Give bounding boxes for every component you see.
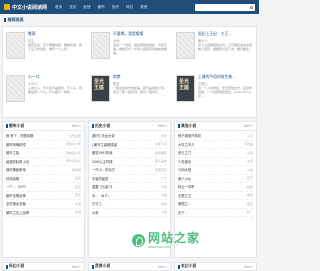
- nav-item-wuxia[interactable]: 武侠: [83, 5, 90, 10]
- nav-item-history[interactable]: 历史: [112, 5, 119, 10]
- section-title: 科幻小说: [9, 264, 25, 268]
- list-item[interactable]: 都市之无上战神 花城: [6, 209, 81, 217]
- watermark-logo-icon: [132, 234, 145, 247]
- book-list: 他下城电外到初 小刀 大学之不凡 不吃鱼 帝王之门 兰舟 人在魔法 淡墨 凡间大地 小鱼 …: [178, 132, 253, 217]
- book-list: [都市]天龙大帝 月光 [都市之巅峰强者 小李飞刀 都说1951的我 清风明月 202…: [92, 132, 167, 217]
- recommend-panel: 晚意 前尘 晚意原名，天下群雄并起，群雄竞逐，我不见刀光剑影，唯有一人入局…… …: [2, 26, 257, 118]
- list-item[interactable]: 重要【七星?】 不想: [92, 183, 167, 192]
- list-item[interactable]: 凡间大地 小鱼: [178, 166, 253, 175]
- list-item[interactable]: 美丽之… 夏至: [178, 200, 253, 209]
- search-input[interactable]: [195, 3, 255, 11]
- section-title: 其他小说: [181, 123, 197, 128]
- list-item[interactable]: [都市]天龙大帝 月光: [92, 132, 167, 141]
- book-list: 我 有个…凭借前期 古代幻想 都市阿嗨的哎 武侠小少年 都市之巅 吾本是少年 最强的精…: [6, 132, 81, 217]
- book-desc: 入你之心，什么也不是我的，不小子，我要是你一个心，什么都不一样的……: [28, 86, 83, 95]
- section-scifi-header: 科幻小说 More+: [2, 262, 85, 271]
- section-title: 都市小说: [9, 123, 25, 128]
- nav-item-urban[interactable]: 都市: [98, 5, 105, 10]
- watermark: 网站之家 www.xxxx.com: [132, 232, 200, 249]
- recommend-heading: 推荐阅读: [4, 17, 24, 23]
- watermark-url: www.xxxx.com: [148, 245, 171, 249]
- logo-icon: [4, 4, 10, 10]
- section-header: 都市小说 More+: [3, 122, 84, 131]
- book-cover[interactable]: [176, 32, 195, 59]
- book-title[interactable]: 小一口: [28, 75, 39, 80]
- book-title[interactable]: 前梦: [113, 75, 121, 80]
- list-icon: [6, 124, 8, 128]
- list-icon: [178, 264, 180, 269]
- section-title: 武侠小说: [95, 264, 111, 268]
- book-title[interactable]: 不要喝，我是嘤嘤: [113, 32, 143, 37]
- site-logo[interactable]: 中文小说阅读网: [4, 4, 47, 11]
- list-item[interactable]: 全员美女总裁 北溪: [6, 200, 81, 209]
- book-cover[interactable]: [6, 32, 25, 59]
- list-item[interactable]: 天下… 初一: [178, 209, 253, 217]
- section-header: 其他小说 More+: [175, 122, 256, 131]
- list-item[interactable]: 一个…（N P） 花花: [6, 183, 81, 192]
- nav-item-other[interactable]: 其他: [140, 5, 147, 10]
- book-cover[interactable]: [6, 75, 25, 102]
- cover-title: 圣光王座: [179, 79, 190, 91]
- section-urban: 都市小说 More+ 我 有个…凭借前期 古代幻想 都市阿嗨的哎 武侠小少年 都市之…: [2, 121, 85, 258]
- list-item[interactable]: 校云一卒吧 秋秋: [178, 183, 253, 192]
- section-title: 玄幻小说: [181, 264, 197, 268]
- more-link[interactable]: More+: [72, 124, 81, 128]
- site-name: 中文小说阅读网: [12, 4, 48, 11]
- list-item[interactable]: 最强的精英士兵 宋代风流人: [6, 158, 81, 166]
- top-header: 中文小说阅读网 首页 玄幻 武侠 都市 历史 科幻 其他: [0, 0, 259, 14]
- more-link[interactable]: More+: [158, 124, 167, 128]
- list-item[interactable]: 宇宙的星辰 二十: [92, 175, 167, 183]
- nav-item-scifi[interactable]: 科幻: [126, 5, 133, 10]
- list-icon: [6, 264, 8, 269]
- list-item[interactable]: 都说1951的我 清风明月: [92, 149, 167, 158]
- more-link[interactable]: More+: [244, 265, 253, 269]
- book-desc: 有一个人这时候，无法回到过去，就这样慢慢，一个秘密悄然发生，youbo bixl…: [198, 86, 253, 99]
- list-item[interactable]: 都市之巅 吾本是少年: [6, 149, 81, 158]
- list-item[interactable]: 2026公主时候 美人画本: [92, 158, 167, 166]
- book-cover[interactable]: 圣光王座: [176, 75, 195, 102]
- list-item[interactable]: 我 有个…凭借前期 古代幻想: [6, 132, 81, 141]
- list-icon: [178, 124, 180, 128]
- list-item[interactable]: 人在魔法 淡墨: [178, 158, 253, 166]
- more-link[interactable]: More+: [244, 124, 253, 128]
- list-item[interactable]: 无限之王 春风: [178, 192, 253, 200]
- search-icon[interactable]: [250, 5, 253, 9]
- more-link[interactable]: More+: [72, 265, 81, 269]
- more-link[interactable]: More+: [158, 265, 167, 269]
- book-desc: 晚意原名，天下群雄并起，群雄竞逐，我不见刀光剑影，唯有一人入局……: [28, 43, 83, 52]
- book-desc: 这是一个讲述，她就按照世俗的，与世无争。看她怎么一步步从底层走到巅峰的故事。: [113, 43, 168, 56]
- book-cover[interactable]: 圣光王座: [91, 75, 110, 102]
- list-item[interactable]: 大帝 小白: [92, 209, 167, 217]
- book-title[interactable]: 医妃上王妃：七王…: [198, 32, 232, 37]
- list-icon: [92, 124, 94, 128]
- list-item[interactable]: 天…（N P） 大猫: [92, 192, 167, 200]
- list-item[interactable]: 我的神医家传 卷毛狮: [6, 166, 81, 175]
- book-desc: 沈七七穿越回到古代，只可惜原身在这里被人遗弃，她要努力活下去，翻身做主。: [198, 43, 253, 52]
- list-icon: [92, 264, 94, 269]
- list-item[interactable]: 都市至尊战神 老五: [6, 192, 81, 200]
- book-title[interactable]: 晚意: [28, 32, 36, 37]
- bookmark-icon: [4, 18, 6, 22]
- section-fantasy-header: 玄幻小说 More+: [174, 262, 257, 271]
- watermark-title: 网站之家: [148, 231, 201, 245]
- list-item[interactable]: 大学之不凡 不吃鱼: [178, 141, 253, 149]
- list-item[interactable]: 都市阿嗨的哎 武侠小少年: [6, 141, 81, 149]
- book-desc: 一部女生成长的故事，我们是青春少年，走过了那一段岁月，我们一路同行。: [113, 86, 168, 95]
- list-item[interactable]: 情场枭雄 凌霄: [6, 175, 81, 183]
- list-item[interactable]: 帝王之门 兰舟: [178, 149, 253, 158]
- section-header: 历史小说 More+: [89, 122, 170, 131]
- list-item[interactable]: 他下城电外到初 小刀: [178, 132, 253, 141]
- cover-title: 圣光王座: [94, 79, 105, 91]
- book-title[interactable]: 上课的不用的前生卷…: [198, 75, 236, 80]
- list-item[interactable]: 一只小…的北方 雪落无声: [92, 166, 167, 175]
- nav-item-home[interactable]: 首页: [55, 5, 62, 10]
- list-item[interactable]: [都市之巅峰强者 小李飞刀: [92, 141, 167, 149]
- list-item[interactable]: 美人小伙 花开: [178, 175, 253, 183]
- section-wuxia-header: 武侠小说 More+: [88, 262, 171, 271]
- nav-item-fantasy[interactable]: 玄幻: [69, 5, 76, 10]
- book-cover[interactable]: [91, 32, 110, 59]
- main-nav: 首页 玄幻 武侠 都市 历史 科幻 其他: [55, 5, 147, 10]
- list-item[interactable]: 古今三… 月月: [92, 200, 167, 209]
- section-title: 历史小说: [95, 123, 111, 128]
